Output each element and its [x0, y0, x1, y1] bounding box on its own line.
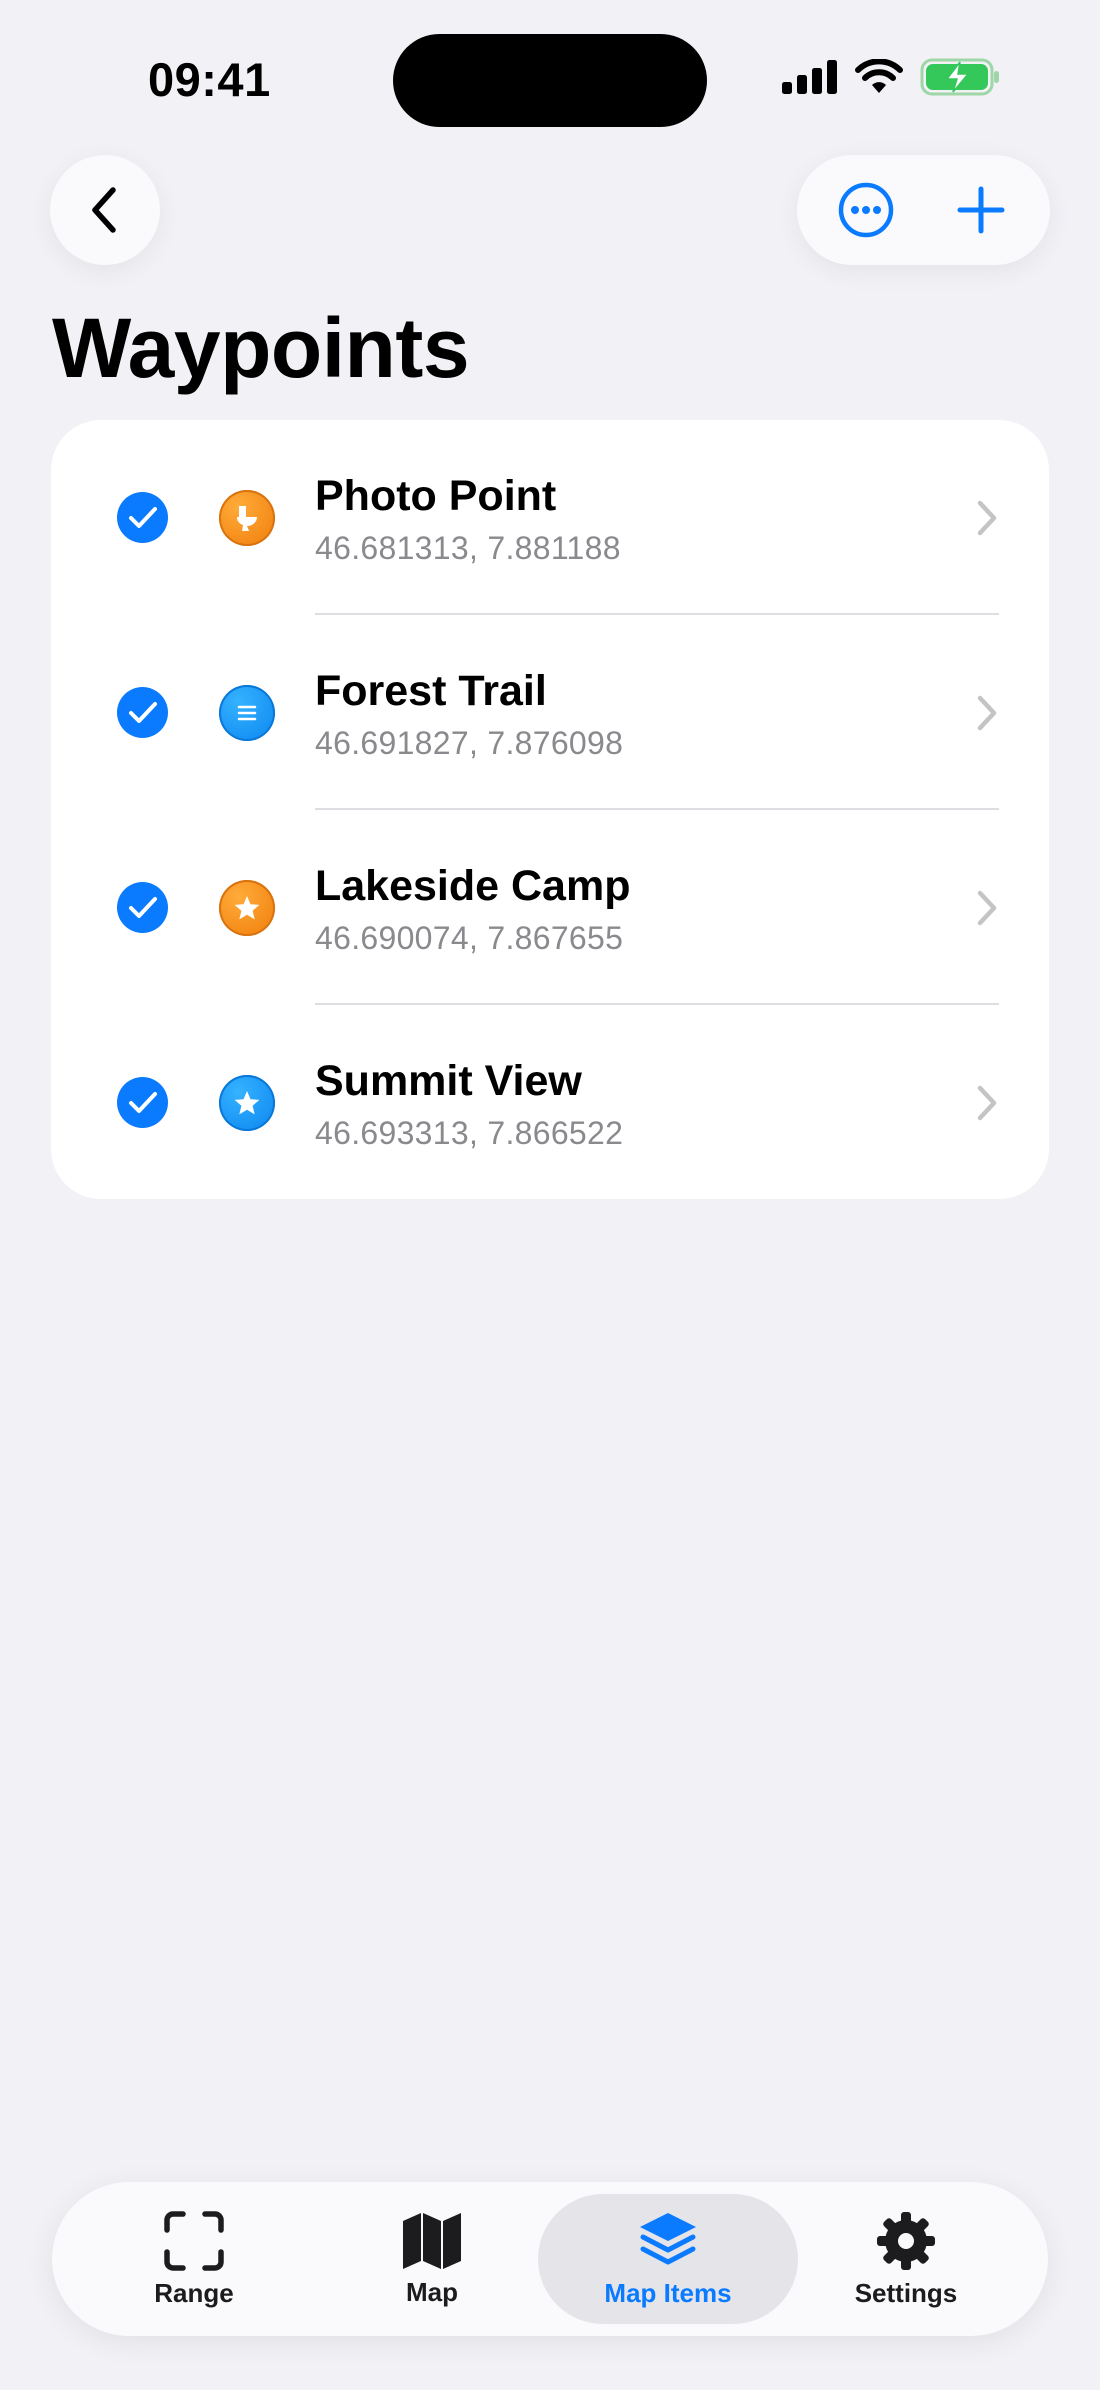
waypoint-row[interactable]: Lakeside Camp 46.690074, 7.867655 [51, 810, 1049, 1005]
waypoint-name: Summit View [315, 1057, 582, 1105]
waypoint-list: Photo Point 46.681313, 7.881188 Forest T… [51, 420, 1049, 1199]
status-time: 09:41 [148, 53, 271, 106]
checkmark-icon [128, 896, 157, 918]
chevron-right-icon [977, 1085, 997, 1121]
tab-label: Settings [854, 2277, 958, 2308]
range-icon [164, 2210, 224, 2271]
status-icons [782, 58, 1000, 96]
waypoint-name: Lakeside Camp [315, 862, 631, 910]
checkbox-checked[interactable] [117, 882, 168, 933]
ellipsis-circle-icon [839, 182, 894, 238]
star-icon [219, 880, 275, 936]
screen: 09:41 Waypoints Photo Point 46.681313, 7… [0, 0, 1100, 2390]
wifi-icon [855, 59, 903, 93]
gear-icon [877, 2211, 935, 2270]
tab-bar: Range Map Map Items Settings [52, 2182, 1048, 2336]
tab-map-items[interactable]: Map Items [538, 2194, 798, 2324]
waypoint-name: Forest Trail [315, 667, 547, 715]
dynamic-island [393, 34, 707, 127]
chevron-right-icon [977, 695, 997, 731]
more-button[interactable] [821, 165, 911, 255]
checkbox-checked[interactable] [117, 492, 168, 543]
tab-label: Map [406, 2276, 458, 2307]
checkbox-checked[interactable] [117, 687, 168, 738]
tab-map[interactable]: Map [302, 2194, 562, 2324]
star-icon [219, 1075, 275, 1131]
checkbox-checked[interactable] [117, 1077, 168, 1128]
tab-label: Range [154, 2277, 234, 2308]
add-button[interactable] [936, 165, 1026, 255]
back-button[interactable] [50, 155, 160, 265]
checkmark-icon [128, 506, 157, 528]
checkmark-icon [128, 1091, 157, 1113]
waypoint-coordinates: 46.691827, 7.876098 [315, 725, 624, 761]
waypoint-name: Photo Point [315, 472, 557, 520]
waypoint-coordinates: 46.693313, 7.866522 [315, 1115, 624, 1151]
chevron-right-icon [977, 500, 997, 536]
checkmark-icon [128, 701, 157, 723]
toilet-icon [219, 490, 275, 546]
battery-charging-icon [920, 58, 999, 96]
tab-label: Map Items [604, 2277, 732, 2308]
chevron-right-icon [977, 890, 997, 926]
layers-icon [640, 2212, 696, 2264]
page-title: Waypoints [52, 301, 470, 395]
waypoint-row[interactable]: Summit View 46.693313, 7.866522 [51, 1005, 1049, 1199]
tab-range[interactable]: Range [64, 2194, 324, 2324]
chevron-left-icon [92, 187, 116, 233]
waypoint-row[interactable]: Forest Trail 46.691827, 7.876098 [51, 615, 1049, 810]
list-icon [219, 685, 275, 741]
cellular-signal-icon [782, 60, 837, 94]
plus-icon [957, 186, 1005, 234]
waypoint-row[interactable]: Photo Point 46.681313, 7.881188 [51, 420, 1049, 615]
actions-group [797, 155, 1050, 265]
tab-settings[interactable]: Settings [776, 2194, 1036, 2324]
map-icon [403, 2212, 461, 2269]
waypoint-coordinates: 46.681313, 7.881188 [315, 530, 621, 566]
waypoint-coordinates: 46.690074, 7.867655 [315, 920, 624, 956]
